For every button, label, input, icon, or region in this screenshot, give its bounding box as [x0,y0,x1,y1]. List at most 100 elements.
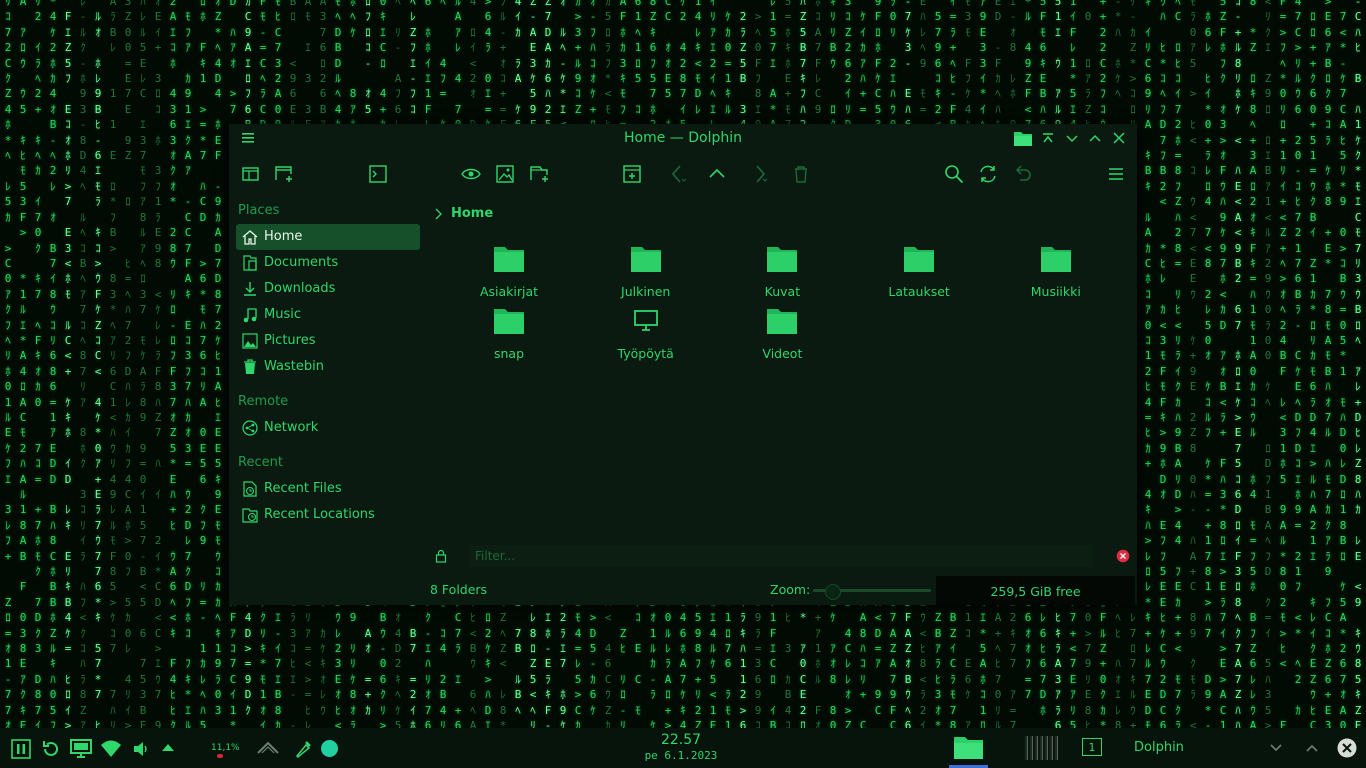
matrix-rain-column: 5 Z F ﾎ ﾌ ｸ ｵ 3 > ｵ F ｳ ﾊ 9 ｹ 9 7 ﾎ < ｶ … [1219,0,1227,728]
sidebar-item-label: Recent Files [264,481,342,496]
matrix-rain-column: - C ﾊ ﾋ B ﾊ 1 ｹ ｸ * ﾓ ｴ C ﾓ 7 ﾘ 3 ｳ B ﾛ … [1354,0,1362,728]
title-bar[interactable]: Home — Dolphin [229,124,1137,152]
matrix-rain-column: ｷ ｲ ﾘ C 6 9 ﾘ A ｷ B ｷ ﾙ A ｶ C ﾎ ｺ ｱ 0 ｺ … [1144,0,1152,728]
image-preview-icon[interactable] [492,161,518,187]
breadcrumb-current[interactable]: Home [451,206,493,221]
new-window-icon[interactable] [271,161,297,187]
new-tab-icon[interactable] [526,161,552,187]
dolphin-task-icon [954,737,983,759]
minimize-icon[interactable] [1065,131,1079,145]
zoom-slider-handle[interactable] [825,584,841,600]
matrix-rain-column: > E 6 ｱ B ﾛ ｸ 9 ｺ ﾗ ｹ ﾎ 8 + E * 7 8 ﾓ A … [1324,0,1332,728]
undo-icon[interactable] [1009,161,1035,187]
volume-icon[interactable] [132,740,150,758]
window-thumbnail[interactable] [1025,736,1058,760]
wifi-icon[interactable] [100,740,122,758]
file-item[interactable]: Musiikki [1001,245,1111,301]
color-swatch[interactable] [321,740,338,757]
file-name: snap [493,346,525,361]
matrix-rain-column: ｵ E ｲ + 3 ﾛ ｺ ﾎ 3 ﾌ 1 ﾗ E 9 8 < ｹ ﾚ ﾚ ﾗ … [154,0,162,728]
maximize-icon[interactable] [1088,131,1102,145]
lock-icon[interactable] [435,549,447,563]
matrix-rain-column: ﾛ ﾎ F ｷ 1 > = * 7 ﾊ C D > 6 * ﾓ ﾊ 7 6 ｺ … [199,0,207,728]
digital-clock-time[interactable]: 22.57 [640,732,722,748]
file-item[interactable]: Asiakirjat [454,245,564,301]
window-minimize-icon[interactable] [1269,742,1283,754]
pause-icon[interactable] [11,739,31,759]
recent-section-label: Recent [238,455,283,470]
matrix-rain-column: F = > ﾌ ﾍ * 0 ﾘ ﾛ + 1 ﾘ ｲ + < Z + ﾍ > ｵ … [1279,0,1287,728]
sidebar-item-pictures[interactable]: Pictures [236,328,420,354]
document-icon [243,255,257,271]
search-icon[interactable] [941,161,967,187]
file-item[interactable]: Julkinen [591,245,701,301]
window-maximize-icon[interactable] [1305,742,1319,754]
update-icon[interactable] [41,739,61,759]
view-icons-icon[interactable] [238,161,264,187]
matrix-rain-column: ﾓ ﾗ 0 ｱ 5 > ﾋ < ｺ ｳ < 7 < E E ｳ ｹ + 9 E … [1189,0,1197,728]
folder-icon [630,247,661,272]
active-window-title[interactable]: Dolphin [1134,740,1184,755]
matrix-rain-column: ﾚ - ﾙ ｸ - ﾎ 9 3 - 8 D 4 ﾍ ﾙ ﾍ ｺ B ﾍ ｱ 7 … [79,0,87,728]
sidebar-item-label: Network [264,420,319,435]
tray-expand-icon[interactable] [161,742,175,754]
chevron-up-icon[interactable] [256,740,280,756]
preview-eye-icon[interactable] [458,161,484,187]
split-view-icon[interactable] [619,161,645,187]
dolphin-app-icon [1014,132,1032,146]
folder-icon [1040,247,1071,272]
back-icon[interactable] [664,161,690,187]
filter-bar [229,544,1137,568]
home-icon [242,230,258,245]
sidebar-item-downloads[interactable]: Downloads [236,276,420,302]
sidebar-item-home[interactable]: Home [236,224,420,250]
close-icon[interactable] [1112,131,1126,145]
delete-icon[interactable] [788,161,814,187]
matrix-rain-column: ｺ - + ﾙ 8 ﾘ ﾎ ｹ < ﾊ E < A < 9 B 2 6 7 ﾎ … [1234,0,1242,728]
sidebar-item-label: Home [264,229,303,244]
matrix-rain-column: ﾎ 6 ﾚ ﾋ ｲ * 0 + ﾗ ﾚ ﾛ 4 7 < 8 2 ﾚ 5 0 ｵ … [1204,10,1212,728]
file-item[interactable]: snap [454,307,564,363]
keep-above-icon[interactable] [1041,131,1055,145]
digital-clock-date[interactable]: pe 6.1.2023 [630,749,732,762]
places-section-label: Places [238,203,280,218]
file-name: Videot [762,346,803,361]
file-name: Musiikki [1030,284,1081,299]
sidebar-item-network[interactable]: Network [236,415,420,441]
sidebar-item-recent-locations[interactable]: Recent Locations [236,502,420,528]
matrix-rain-column: A ｱ ﾛ ｳ ｳ 5 ｷ ﾋ ﾓ 5 3 F > * 1 ﾙ ｴ * A 4 … [19,0,27,728]
matrix-rain-column: ﾊ ﾚ ﾙ 5 E ﾚ C ｴ 3 7 ﾓ ﾌ ｱ 8 ﾙ ｱ ﾍ ﾛ 3 7 … [139,0,147,728]
matrix-rain-column: 7 < * - ｹ 7 C A ﾋ 5 ﾘ * 9 0 > ｺ B ｳ = 0 … [1339,10,1347,728]
sidebar-item-label: Documents [264,255,339,270]
task-dolphin-button[interactable] [949,728,988,768]
chevron-right-icon [435,208,442,220]
folder-icon [767,309,798,334]
refresh-icon[interactable] [975,161,1001,187]
cpu-load[interactable]: 11,1% [211,743,240,753]
file-name: Asiakirjat [479,284,539,299]
matrix-rain-column: F ｴ Z 5 ﾌ E ｺ ｵ ﾎ ﾘ > 7 E 3 < ﾎ ﾓ ﾙ C < … [64,10,72,728]
sidebar-item-music[interactable]: Music [236,302,420,328]
dolphin-window[interactable]: Home — Dolphin Places Home Documents Dow… [229,124,1137,605]
sidebar-item-recent-files[interactable]: Recent Files [236,476,420,502]
free-space-label: 259,5 GiB free [990,584,1081,599]
forward-icon[interactable] [747,161,773,187]
network-icon [242,420,258,436]
window-close-icon[interactable] [1337,738,1357,758]
file-item[interactable]: Lataukset [864,245,974,301]
hamburger-menu-icon[interactable] [1103,161,1129,187]
file-item[interactable]: Videot [727,307,837,363]
sidebar-item-documents[interactable]: Documents [236,250,420,276]
up-icon[interactable] [704,161,730,187]
display-icon[interactable] [70,739,92,759]
virtual-desktop-pager[interactable]: 1 [1082,738,1102,756]
sidebar-item-wastebin[interactable]: Wastebin [236,354,420,380]
file-item[interactable]: Työpöytä [591,307,701,363]
color-picker-icon[interactable] [294,739,312,759]
free-space-indicator[interactable]: 259,5 GiB free [936,576,1135,605]
clear-filter-icon[interactable] [1116,549,1130,563]
matrix-rain-column: * 4 ｹ 2 ﾎ ｶ 4 ｵ B - ﾍ 2 ﾚ ｵ B 7 ｲ 8 ｳ ｺ … [49,0,57,728]
terminal-icon[interactable] [365,161,391,187]
filter-input[interactable] [469,545,1093,567]
file-item[interactable]: Kuvat [727,245,837,301]
